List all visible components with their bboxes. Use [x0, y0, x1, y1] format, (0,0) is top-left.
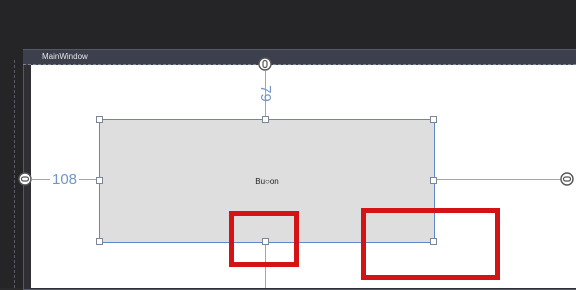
- top-margin-value: 79: [256, 85, 274, 102]
- annotation-box-right: [361, 208, 500, 280]
- left-anchor-icon[interactable]: [18, 172, 32, 186]
- handle-middle-right[interactable]: [430, 177, 437, 184]
- handle-middle-left[interactable]: [96, 177, 103, 184]
- annotation-box-left: [229, 211, 299, 267]
- window-title: MainWindow: [42, 52, 88, 61]
- left-ruler-line: [14, 60, 15, 288]
- right-anchor-icon[interactable]: [560, 172, 574, 186]
- left-margin-value: 108: [50, 171, 80, 188]
- design-button-label: Bu○on: [255, 176, 279, 186]
- handle-top-center[interactable]: [262, 116, 269, 123]
- handle-top-left[interactable]: [96, 116, 103, 123]
- top-anchor-icon[interactable]: [258, 57, 272, 71]
- handle-top-right[interactable]: [430, 116, 437, 123]
- handle-bottom-left[interactable]: [96, 238, 103, 245]
- window-title-bar[interactable]: [23, 50, 576, 65]
- right-margin-guide: [433, 179, 565, 180]
